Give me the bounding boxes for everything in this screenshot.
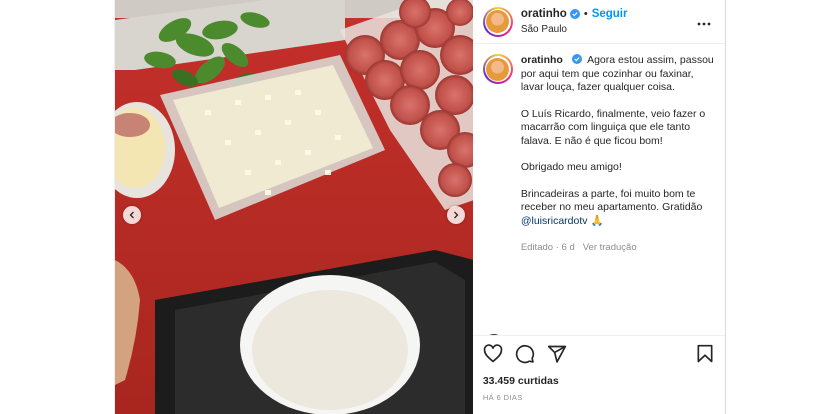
caption-text-4: Brincadeiras a parte, foi muito bom te r… (520, 187, 703, 214)
verified-badge-icon (569, 9, 580, 19)
author-username[interactable]: oratinho (521, 7, 567, 22)
caption-author-avatar[interactable] (482, 54, 513, 84)
heart-icon[interactable] (483, 343, 503, 364)
comment-item: deizeteixeirafelix5253 Tô (482, 334, 716, 335)
post-header: oratinho • Seguir São Paulo (472, 0, 725, 44)
chevron-left-icon (129, 211, 134, 219)
post-actions (472, 335, 725, 371)
edited-label: Editado · 6 d (520, 242, 575, 253)
caption-paragraph: Obrigado meu amigo! (521, 161, 715, 175)
next-photo-button[interactable] (447, 206, 465, 224)
comments-area[interactable]: oratinho Agora estou assim, passou por a… (473, 44, 725, 335)
mention-link[interactable]: @luisricardotv (521, 215, 588, 227)
caption-paragraph: oratinho Agora estou assim, passou por a… (521, 54, 715, 95)
author-avatar[interactable] (482, 6, 513, 37)
follow-button[interactable]: Seguir (592, 7, 628, 22)
more-options-icon[interactable] (693, 9, 715, 35)
post-media[interactable] (115, 0, 473, 414)
caption-text-3: Obrigado meu amigo! (520, 161, 622, 173)
caption-username[interactable]: oratinho (521, 54, 563, 66)
instagram-post: oratinho • Seguir São Paulo oratinho Ago… (114, 0, 726, 414)
share-icon[interactable] (547, 344, 567, 364)
header-separator: • (583, 7, 588, 20)
bookmark-icon[interactable] (695, 344, 715, 364)
caption-paragraph: O Luís Ricardo, finalmente, veio fazer o… (521, 108, 715, 149)
post-location[interactable]: São Paulo (521, 22, 628, 37)
caption-text-2: O Luís Ricardo, finalmente, veio fazer o… (520, 107, 706, 147)
commenter-avatar[interactable] (482, 334, 505, 335)
post-caption: oratinho Agora estou assim, passou por a… (482, 54, 715, 255)
verified-badge-icon (571, 54, 582, 64)
pray-emoji: 🙏 (590, 214, 604, 227)
see-translation-link[interactable]: Ver tradução (583, 241, 637, 255)
previous-photo-button[interactable] (123, 206, 141, 224)
caption-meta: Editado · 6 d Ver tradução (521, 241, 715, 255)
food-photo (115, 0, 473, 414)
post-side-panel: oratinho • Seguir São Paulo oratinho Ago… (472, 0, 725, 414)
caption-paragraph: Brincadeiras a parte, foi muito bom te r… (521, 188, 715, 229)
post-date: HÁ 6 DIAS (482, 393, 523, 402)
chevron-right-icon (454, 211, 459, 219)
likes-count[interactable]: 33.459 curtidas (473, 371, 725, 387)
comment-icon[interactable] (515, 344, 535, 364)
